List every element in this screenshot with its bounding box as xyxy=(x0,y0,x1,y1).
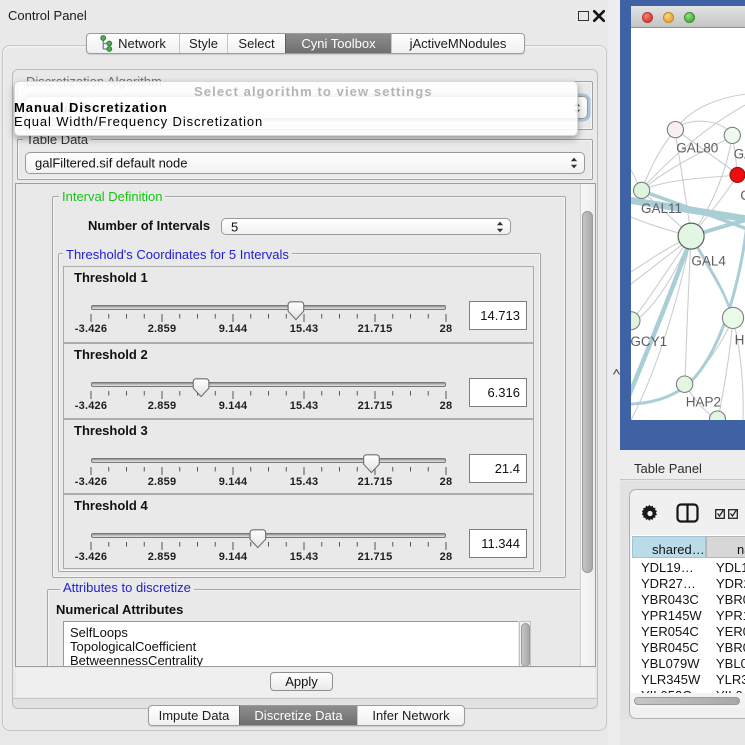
svg-text:GAL11: GAL11 xyxy=(641,201,682,216)
svg-text:GCY1: GCY1 xyxy=(631,334,667,349)
svg-text:HAP2: HAP2 xyxy=(686,395,721,410)
svg-text:CA: CA xyxy=(740,188,745,203)
svg-text:GAL80: GAL80 xyxy=(676,141,718,156)
svg-text:H: H xyxy=(735,333,745,348)
svg-text:GAL4: GAL4 xyxy=(691,254,726,269)
svg-text:GA: GA xyxy=(734,147,745,162)
